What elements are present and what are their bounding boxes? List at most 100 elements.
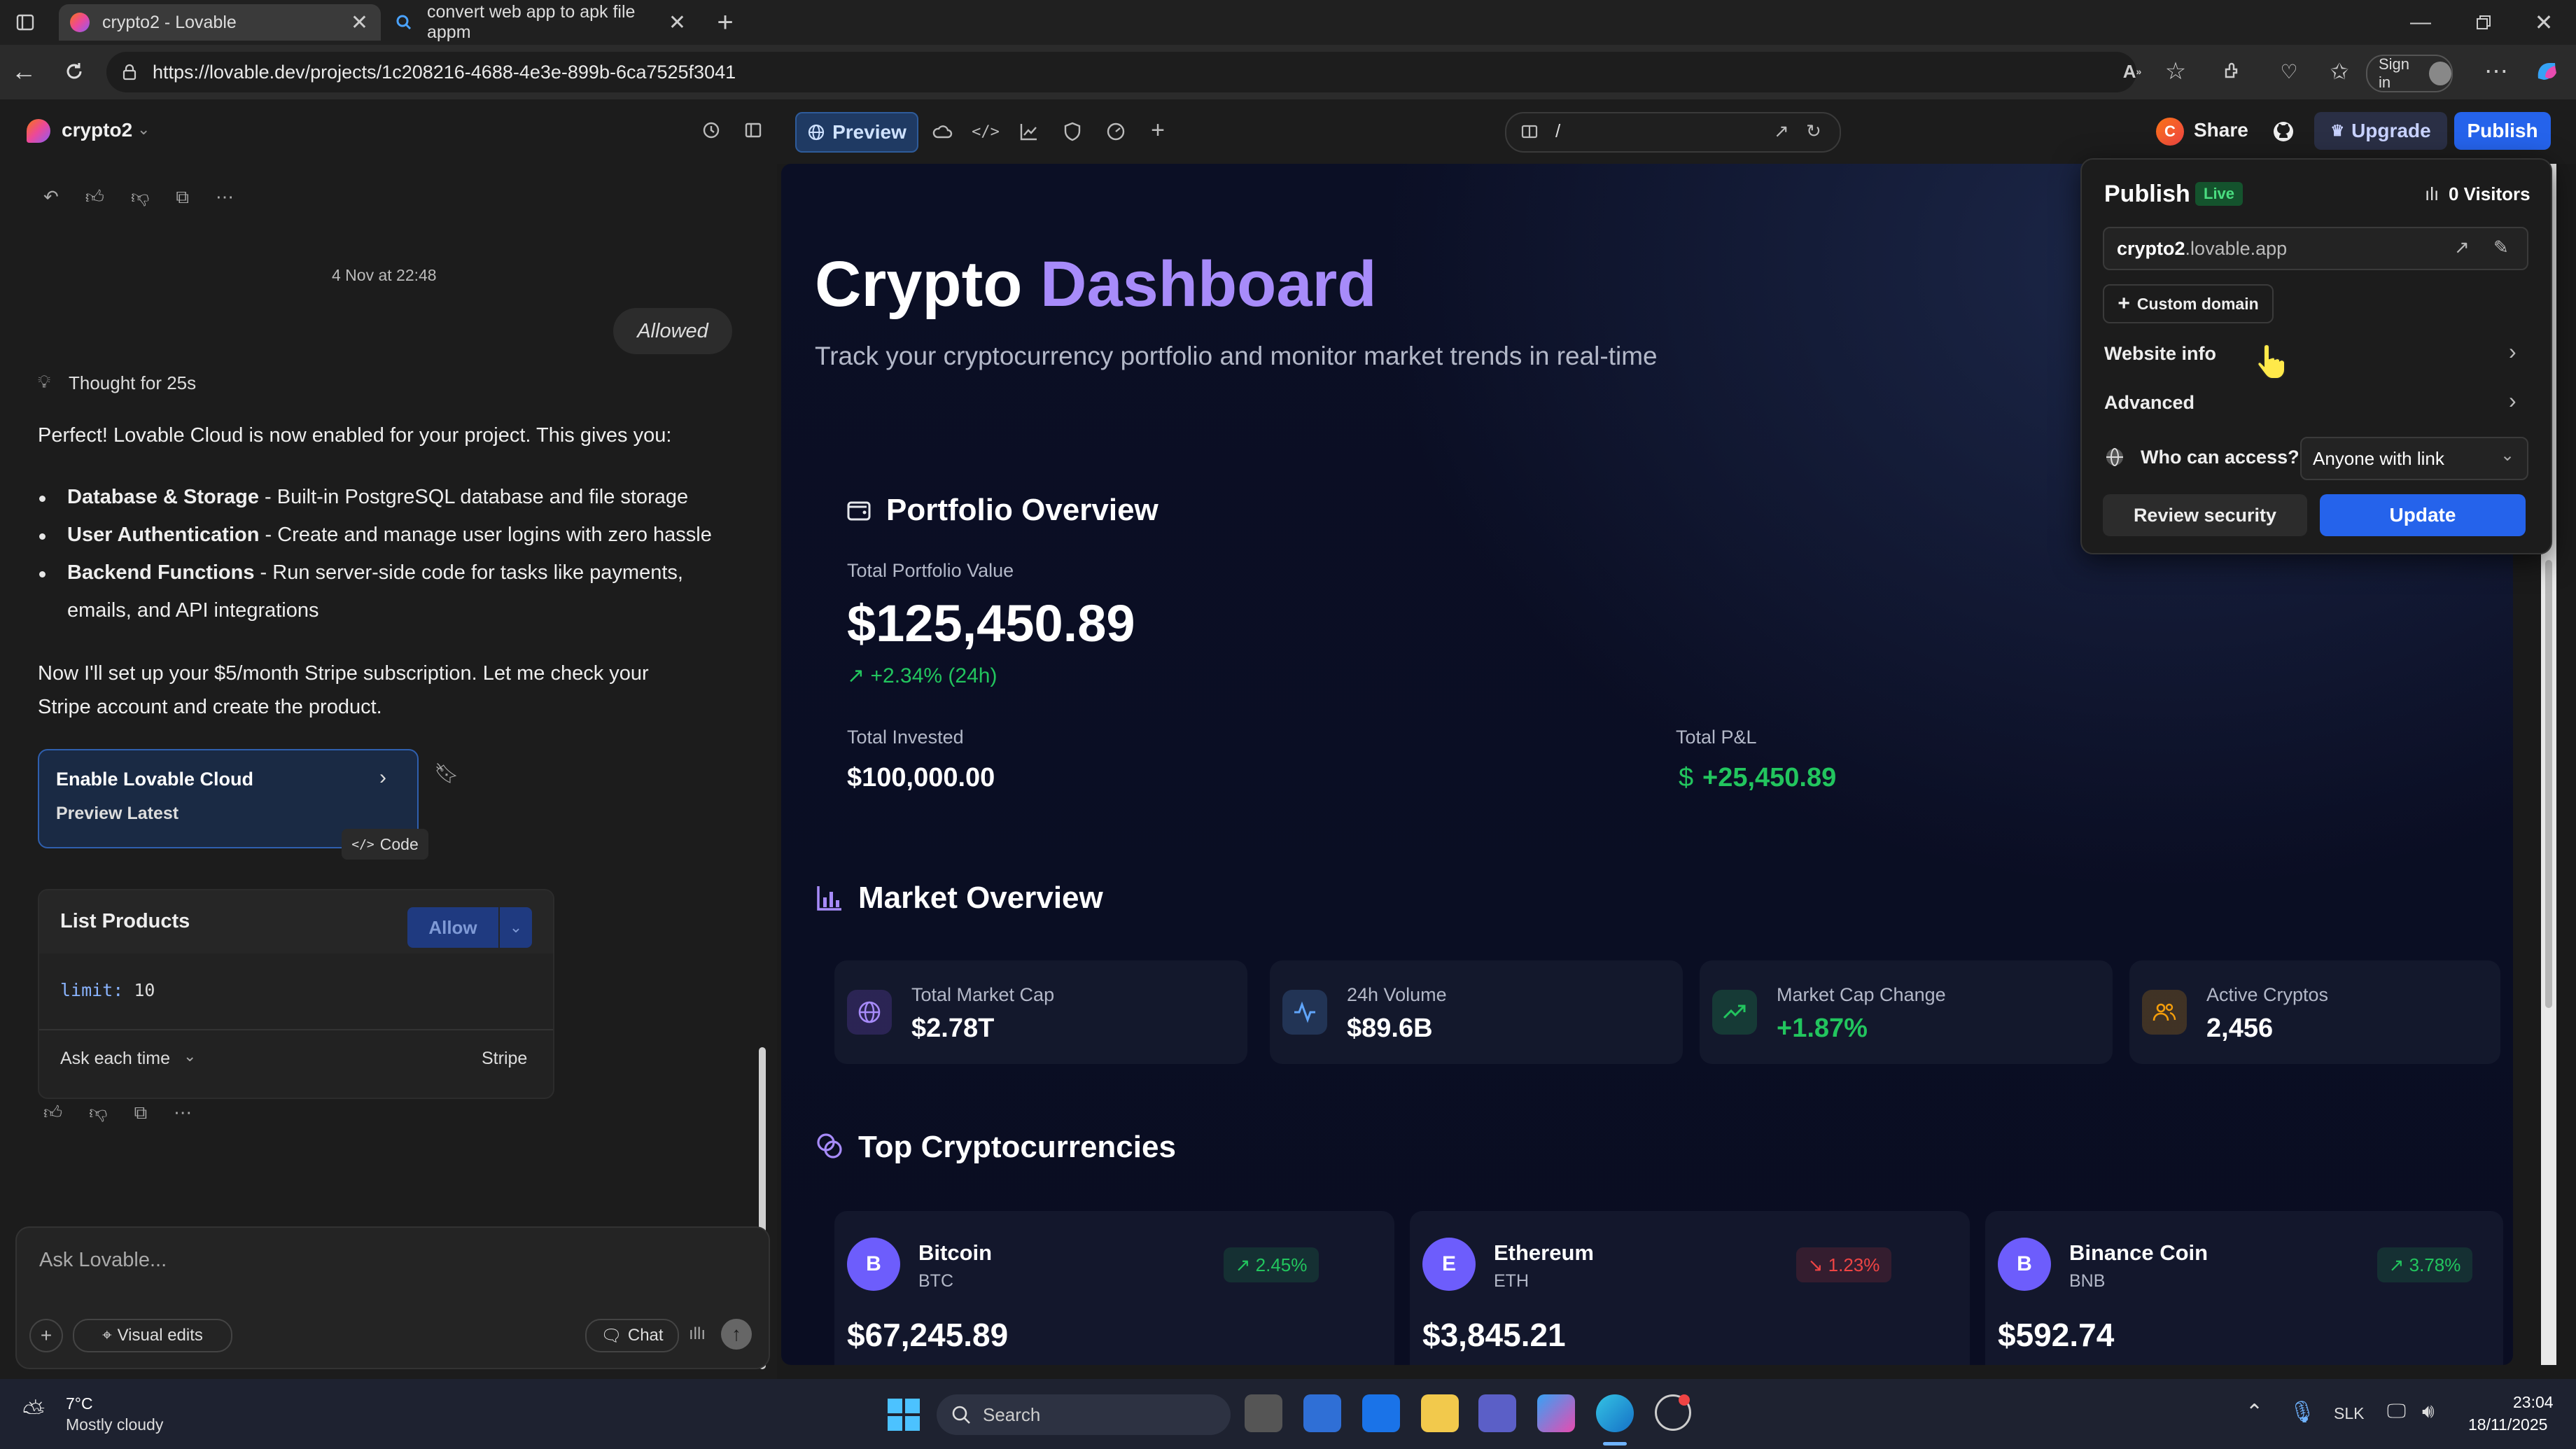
preview-tab[interactable]: Preview — [795, 112, 918, 153]
project-name[interactable]: crypto2 — [62, 119, 132, 141]
network-icon[interactable]: 🖵︎ — [2387, 1400, 2406, 1423]
tab-search[interactable]: convert web app to apk file appm ✕ — [384, 2, 699, 42]
custom-domain-button[interactable]: + Custom domain — [2103, 284, 2274, 323]
allow-button[interactable]: Allow — [407, 907, 498, 948]
published-domain-field[interactable]: crypto2.lovable.app ↗ ✎ — [2103, 227, 2528, 270]
code-icon[interactable]: </> — [972, 118, 1000, 146]
security-shield-icon[interactable] — [1058, 118, 1086, 146]
tab-lovable[interactable]: crypto2 - Lovable ✕ — [59, 4, 381, 41]
weather-desc[interactable]: Mostly cloudy — [66, 1415, 163, 1434]
thought-label[interactable]: Thought for 25s — [69, 372, 196, 394]
chat-input-box[interactable]: Ask Lovable... + ⌖ Visual edits 🗨︎ Chat … — [15, 1226, 770, 1369]
add-attachment-icon[interactable]: + — [29, 1319, 63, 1352]
send-arrow-icon[interactable]: ↑ — [721, 1319, 752, 1350]
github-icon[interactable] — [2269, 118, 2297, 146]
show-hidden-icons-chevron-up-icon[interactable]: ⌃ — [2246, 1400, 2263, 1424]
collections-icon[interactable]: ✩ — [2325, 57, 2353, 85]
refresh-icon[interactable] — [60, 57, 88, 85]
sign-in-button[interactable]: Sign in — [2366, 55, 2453, 92]
close-tab-icon[interactable]: ✕ — [351, 10, 368, 35]
open-external-icon[interactable]: ↗ — [2454, 237, 2470, 258]
copy-icon[interactable]: ⧉ — [176, 186, 189, 209]
history-icon[interactable] — [699, 118, 724, 143]
volume-icon[interactable]: 🔊︎ — [2422, 1400, 2435, 1423]
browser-essentials-icon[interactable]: ♡ — [2275, 57, 2303, 85]
teams-icon[interactable] — [1478, 1394, 1516, 1432]
add-view-icon[interactable]: + — [1144, 116, 1172, 144]
chevron-right-icon[interactable]: › — [2509, 339, 2516, 365]
store-icon[interactable] — [1303, 1394, 1341, 1432]
more-icon[interactable]: ⋯ — [174, 1102, 192, 1124]
weather-cloud-icon[interactable]: ⛅︎ — [22, 1397, 45, 1429]
chat-input-placeholder[interactable]: Ask Lovable... — [39, 1249, 167, 1272]
share-button[interactable]: Share — [2194, 119, 2248, 141]
advanced-row[interactable]: Advanced — [2104, 392, 2194, 414]
more-menu-icon[interactable]: ⋯ — [2482, 57, 2510, 85]
windows-start-icon[interactable] — [886, 1397, 921, 1432]
user-avatar[interactable]: C — [2156, 118, 2184, 146]
publish-button[interactable]: Publish — [2454, 112, 2551, 150]
microphone-icon[interactable]: 🎙︎ — [2289, 1400, 2316, 1424]
allow-dropdown-chevron-icon[interactable]: ⌄ — [500, 907, 532, 948]
thumbs-down-icon[interactable]: 👎︎ — [131, 186, 149, 209]
visual-edits-button[interactable]: ⌖ Visual edits — [73, 1319, 232, 1352]
cloud-icon[interactable] — [928, 118, 956, 146]
clock-time[interactable]: 23:04 — [2513, 1393, 2554, 1412]
url-field[interactable]: https://lovable.dev/projects/1c208216-46… — [106, 52, 2136, 92]
chat-mode-button[interactable]: 🗨︎ Chat — [585, 1319, 679, 1352]
outlook-icon[interactable] — [1362, 1394, 1400, 1432]
edit-pencil-icon[interactable]: ✎ — [2493, 237, 2509, 258]
code-button[interactable]: </> Code — [342, 829, 428, 860]
new-tab-icon[interactable]: + — [711, 7, 739, 38]
coin-card[interactable]: B Bitcoin BTC ↗ 2.45% $67,245.89 — [834, 1211, 1394, 1365]
speed-icon[interactable] — [1102, 118, 1130, 146]
review-security-button[interactable]: Review security — [2103, 494, 2307, 536]
update-button[interactable]: Update — [2320, 494, 2526, 536]
read-aloud-icon[interactable]: A» — [2118, 57, 2146, 85]
bookmark-icon[interactable]: 🔖︎ — [434, 762, 459, 785]
keyboard-language[interactable]: SLK — [2334, 1404, 2364, 1423]
tab-actions-icon[interactable] — [13, 10, 38, 35]
project-chevron-down-icon[interactable]: ⌄ — [137, 120, 150, 139]
coin-price: $3,845.21 — [1422, 1317, 1566, 1353]
access-select[interactable]: Anyone with link ⌄ — [2300, 437, 2528, 480]
copy-icon[interactable]: ⧉ — [134, 1102, 148, 1124]
m365-icon[interactable] — [1537, 1394, 1575, 1432]
thumbs-up-icon[interactable]: 👍︎ — [85, 186, 104, 209]
coin-symbol: BNB — [2069, 1271, 2106, 1291]
minimize-icon[interactable]: — — [2405, 7, 2436, 38]
device-view-icon[interactable] — [1520, 122, 1539, 141]
undo-icon[interactable]: ↶ — [43, 186, 59, 209]
close-tab-icon[interactable]: ✕ — [668, 10, 686, 35]
analytics-icon[interactable] — [1015, 118, 1043, 146]
favorite-star-icon[interactable]: ☆ — [2162, 57, 2190, 85]
sidebar-toggle-icon[interactable] — [741, 118, 766, 143]
reload-preview-icon[interactable]: ↻ — [1806, 120, 1821, 142]
back-icon[interactable]: ← — [10, 57, 38, 85]
file-explorer-icon[interactable] — [1421, 1394, 1459, 1432]
website-info-row[interactable]: Website info — [2104, 343, 2216, 365]
chevron-right-icon[interactable]: › — [2509, 388, 2516, 414]
task-view-icon[interactable] — [1245, 1394, 1282, 1432]
clock-date[interactable]: 18/11/2025 — [2468, 1415, 2547, 1434]
ask-each-time-select[interactable]: Ask each time — [60, 1049, 170, 1069]
upgrade-button[interactable]: ♛ Upgrade — [2314, 112, 2447, 150]
crown-icon: ♛ — [2330, 122, 2345, 139]
coin-card[interactable]: E Ethereum ETH ↘ 1.23% $3,845.21 — [1410, 1211, 1970, 1365]
edge-icon[interactable] — [1596, 1394, 1634, 1432]
preview-scrollbar-thumb[interactable] — [2545, 560, 2552, 1008]
coin-card[interactable]: B Binance Coin BNB ↗ 3.78% $592.74 — [1985, 1211, 2503, 1365]
lovable-favicon-icon — [70, 13, 90, 32]
taskbar-search[interactable]: Search — [937, 1394, 1231, 1435]
preview-path[interactable]: / — [1555, 120, 1560, 142]
close-window-icon[interactable]: ✕ — [2528, 7, 2559, 38]
open-external-icon[interactable]: ↗ — [1774, 120, 1789, 142]
extensions-icon[interactable] — [2219, 57, 2247, 85]
voice-wave-icon[interactable]: ıllı — [689, 1324, 706, 1344]
copilot-icon[interactable] — [2530, 55, 2563, 88]
restore-icon[interactable] — [2468, 7, 2499, 38]
thumbs-down-icon[interactable]: 👎︎ — [89, 1102, 107, 1124]
more-icon[interactable]: ⋯ — [216, 186, 234, 209]
weather-temp[interactable]: 7°C — [66, 1394, 93, 1413]
thumbs-up-icon[interactable]: 👍︎ — [43, 1102, 62, 1124]
